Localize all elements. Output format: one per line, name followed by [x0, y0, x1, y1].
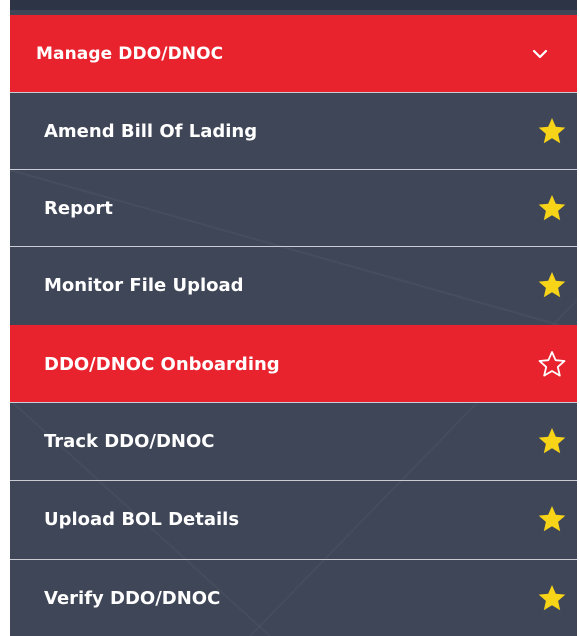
menu-item-upload-bol-details[interactable]: Upload BOL Details — [10, 480, 577, 557]
top-border — [10, 0, 577, 10]
menu-item-label: Upload BOL Details — [44, 508, 240, 530]
menu-item-label: Amend Bill Of Lading — [44, 120, 258, 142]
star-filled-icon[interactable] — [537, 426, 567, 456]
menu-item-ddo-dnoc-onboarding[interactable]: DDO/DNOC Onboarding — [10, 325, 577, 402]
menu-item-report[interactable]: Report — [10, 169, 577, 246]
star-filled-icon[interactable] — [537, 270, 567, 300]
star-filled-icon[interactable] — [537, 504, 567, 534]
menu-item-monitor-file-upload[interactable]: Monitor File Upload — [10, 246, 577, 323]
menu-item-label: Report — [44, 197, 113, 219]
menu-item-track-ddo-dnoc[interactable]: Track DDO/DNOC — [10, 402, 577, 479]
menu-panel: Manage DDO/DNOC Amend Bill Of Lading Rep… — [10, 0, 577, 636]
star-outline-icon[interactable] — [537, 349, 567, 379]
star-filled-icon[interactable] — [537, 193, 567, 223]
menu-item-amend-bill-of-lading[interactable]: Amend Bill Of Lading — [10, 92, 577, 169]
menu-item-label: Verify DDO/DNOC — [44, 587, 221, 609]
menu-item-verify-ddo-dnoc[interactable]: Verify DDO/DNOC — [10, 559, 577, 636]
menu-header-manage-ddo-dnoc[interactable]: Manage DDO/DNOC — [10, 15, 577, 92]
menu-item-label: Track DDO/DNOC — [44, 430, 215, 452]
menu-item-label: Monitor File Upload — [44, 274, 244, 296]
star-filled-icon[interactable] — [537, 583, 567, 613]
menu-item-label: DDO/DNOC Onboarding — [44, 353, 280, 375]
chevron-down-icon — [532, 49, 548, 58]
menu-header-label: Manage DDO/DNOC — [36, 43, 224, 64]
star-filled-icon[interactable] — [537, 116, 567, 146]
